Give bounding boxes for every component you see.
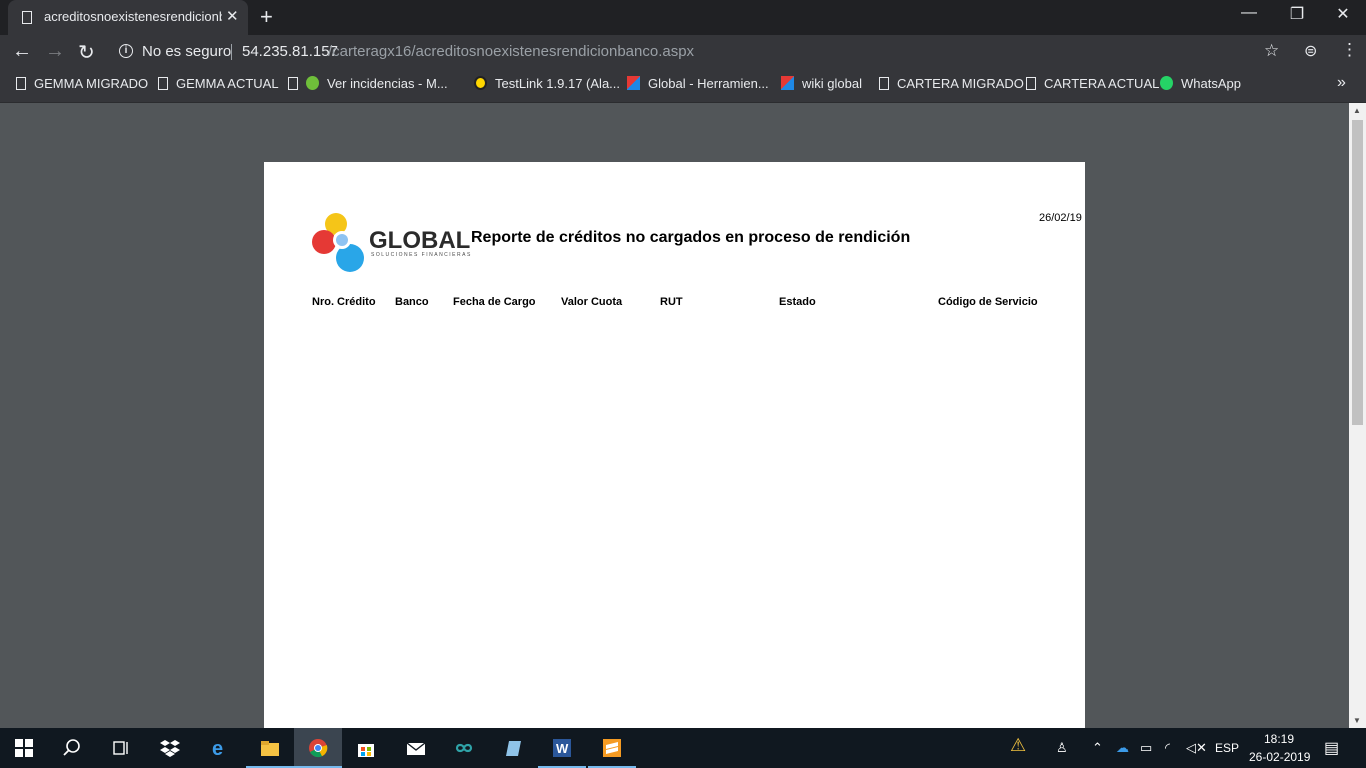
page-icon [288, 77, 298, 90]
bookmark-ver-incidencias[interactable]: Ver incidencias - M... [288, 76, 448, 91]
url-host[interactable]: 54.235.81.157 [242, 43, 338, 60]
file-explorer-button[interactable] [246, 728, 294, 768]
close-window-button[interactable]: ✕ [1320, 4, 1366, 24]
word-icon: W [553, 739, 571, 757]
bookmark-global-herramientas[interactable]: Global - Herramien... [627, 76, 769, 91]
mail-icon [406, 742, 426, 755]
word-button[interactable]: W [538, 728, 586, 768]
info-icon[interactable]: i [119, 44, 133, 58]
bookmark-cartera-actual[interactable]: CARTERA ACTUAL [1026, 76, 1159, 91]
menu-icon[interactable]: ⋮ [1341, 40, 1358, 60]
search-icon [63, 739, 80, 756]
sublime-icon [603, 739, 621, 757]
bookmark-gemma-migrado[interactable]: GEMMA MIGRADO [16, 76, 148, 91]
column-fecha-de-cargo: Fecha de Cargo [453, 296, 536, 308]
omnibox-separator [231, 44, 232, 60]
bookmark-wiki-global[interactable]: wiki global [781, 76, 862, 91]
back-button[interactable]: ← [12, 40, 32, 63]
battery-icon[interactable]: ▭ [1140, 740, 1152, 756]
page-icon [22, 11, 32, 24]
edge-icon: e [212, 738, 223, 758]
column-banco: Banco [395, 296, 429, 308]
app-button[interactable] [490, 728, 538, 768]
bookmark-gemma-actual[interactable]: GEMMA ACTUAL [158, 76, 279, 91]
more-bookmarks-icon[interactable]: » [1337, 74, 1346, 92]
report-title: Reporte de créditos no cargados en proce… [471, 229, 911, 246]
browser-tab[interactable]: acreditosnoexistenesrendicionbanco.aspx … [8, 0, 248, 35]
maximize-button[interactable]: ❐ [1274, 4, 1320, 24]
sublime-button[interactable] [588, 728, 636, 768]
bookmark-testlink[interactable]: TestLink 1.9.17 (Ala... [474, 76, 620, 91]
dropbox-icon [160, 740, 180, 757]
global-icon [781, 76, 794, 90]
chevron-up-icon[interactable]: ⌃ [1092, 740, 1103, 756]
url-path[interactable]: /carteragx16/acreditosnoexistenesrendici… [328, 43, 694, 60]
store-icon [358, 744, 374, 757]
page-icon [879, 77, 889, 90]
column-codigo-de-servicio: Código de Servicio [938, 296, 1038, 308]
bookmark-star-icon[interactable]: ☆ [1264, 41, 1279, 61]
svg-text:e: e [212, 738, 223, 758]
page-icon [158, 77, 168, 90]
store-button[interactable] [342, 728, 390, 768]
close-tab-icon[interactable]: ✕ [226, 7, 239, 25]
testlink-icon [474, 76, 487, 90]
security-label[interactable]: No es seguro [142, 43, 231, 60]
app-icon [506, 741, 521, 756]
action-center-icon[interactable]: ▤ [1324, 738, 1339, 758]
notification-icon[interactable]: ⚠ [1010, 735, 1026, 756]
chrome-button[interactable] [294, 728, 342, 768]
new-tab-button[interactable]: + [260, 4, 273, 30]
bookmark-cartera-migrado[interactable]: CARTERA MIGRADO [879, 76, 1024, 91]
scroll-down-icon[interactable]: ▼ [1353, 716, 1361, 725]
clock-time[interactable]: 18:19 [1264, 732, 1294, 746]
svg-text:GLOBAL: GLOBAL [369, 227, 470, 254]
column-estado: Estado [779, 296, 816, 308]
mail-button[interactable] [392, 728, 440, 768]
windows-icon [15, 739, 33, 757]
svg-text:W: W [556, 741, 569, 756]
global-icon [627, 76, 640, 90]
arduino-button[interactable] [440, 728, 488, 768]
start-button[interactable] [0, 728, 48, 768]
global-logo: GLOBAL SOLUCIONES FINANCIERAS [312, 212, 488, 278]
tab-title: acreditosnoexistenesrendicionbanco.aspx [44, 9, 222, 24]
scrollbar-thumb[interactable] [1352, 120, 1363, 425]
dropbox-button[interactable] [146, 728, 194, 768]
bookmark-whatsapp[interactable]: WhatsApp [1160, 76, 1241, 91]
whatsapp-icon [1160, 76, 1173, 90]
task-view-button[interactable] [96, 728, 144, 768]
volume-muted-icon[interactable]: ◁✕ [1186, 740, 1207, 756]
edge-button[interactable]: e [196, 728, 244, 768]
scroll-up-icon[interactable]: ▲ [1353, 106, 1361, 115]
task-view-icon [113, 741, 128, 755]
extension-icon[interactable]: ⊜ [1304, 41, 1317, 61]
frog-icon [306, 76, 319, 90]
column-nro-credito: Nro. Crédito [312, 296, 376, 308]
wifi-icon[interactable]: ◜ [1165, 740, 1170, 756]
page-icon [16, 77, 26, 90]
svg-text:SOLUCIONES FINANCIERAS: SOLUCIONES FINANCIERAS [371, 252, 472, 258]
forward-button[interactable]: → [45, 40, 65, 63]
report-date: 26/02/19 [1039, 212, 1082, 224]
onedrive-icon[interactable]: ☁ [1116, 740, 1129, 756]
column-valor-cuota: Valor Cuota [561, 296, 623, 308]
people-icon[interactable]: ♙ [1056, 740, 1068, 756]
infinity-icon [455, 743, 473, 753]
reload-button[interactable]: ↻ [78, 40, 95, 65]
language-indicator[interactable]: ESP [1215, 741, 1239, 755]
page-icon [1026, 77, 1036, 90]
chrome-icon [309, 739, 328, 758]
folder-icon [261, 741, 279, 756]
search-button[interactable] [48, 728, 96, 768]
clock-date[interactable]: 26-02-2019 [1249, 750, 1310, 764]
column-rut: RUT [660, 296, 683, 308]
minimize-button[interactable]: — [1226, 4, 1272, 22]
